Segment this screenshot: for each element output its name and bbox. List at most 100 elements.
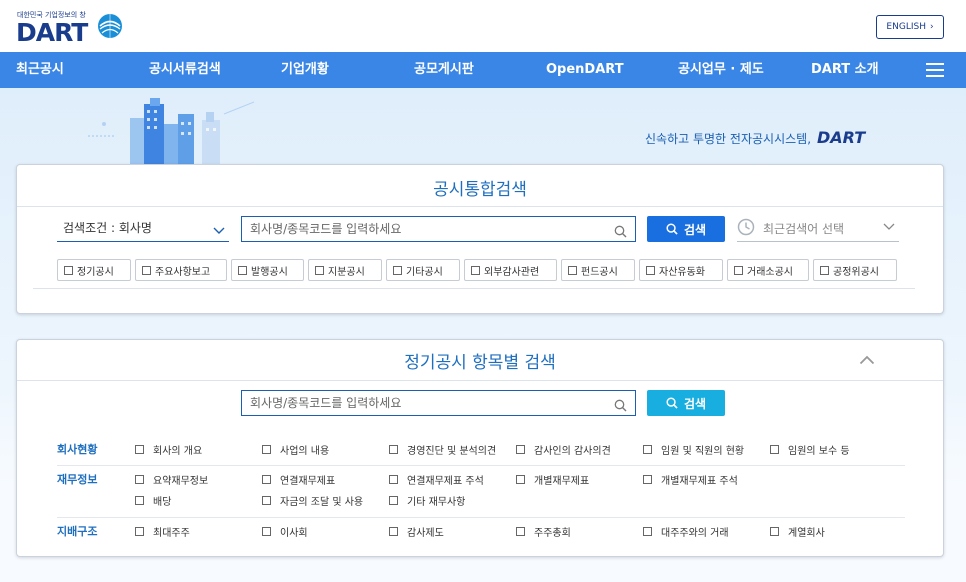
category-checkbox-equity[interactable]: 지분공시 (308, 259, 382, 281)
city-buildings-illustration (88, 98, 255, 166)
option-checkbox[interactable]: 경영진단 및 분석의견 (389, 442, 496, 457)
category-checkbox-abs[interactable]: 자산유동화 (639, 259, 723, 281)
category-label: 거래소공시 (747, 266, 793, 278)
option-checkbox[interactable]: 개별재무제표 (516, 472, 589, 487)
chevron-right-icon: › (929, 22, 934, 32)
search-icon (666, 223, 678, 235)
category-checkbox-regular[interactable]: 정기공시 (57, 259, 131, 281)
option-checkbox[interactable]: 임원 및 직원의 현황 (643, 442, 744, 457)
option-label: 이사회 (280, 528, 308, 539)
option-checkbox[interactable]: 감사인의 감사의견 (516, 442, 611, 457)
title-divider (17, 206, 943, 207)
option-checkbox[interactable]: 이사회 (262, 524, 308, 539)
search-icon (614, 396, 627, 420)
category-checkbox-fund[interactable]: 펀드공시 (561, 259, 635, 281)
integrated-search-button[interactable]: 검색 (647, 216, 725, 242)
slogan-brand: DART (817, 128, 866, 147)
option-checkbox[interactable]: 주주총회 (516, 524, 571, 539)
option-label: 개별재무제표 (534, 476, 590, 487)
clock-icon (737, 218, 755, 239)
hero-slogan: 신속하고 투명한 전자공시시스템, DART (645, 128, 865, 147)
chevron-down-icon (213, 222, 225, 240)
option-label: 사업의 내용 (280, 446, 330, 457)
english-label: ENGLISH (886, 22, 926, 32)
checkbox (135, 445, 144, 454)
category-checkbox-audit[interactable]: 외부감사관련 (464, 259, 557, 281)
hamburger-icon[interactable] (926, 63, 944, 77)
search-condition-select[interactable]: 검색조건 : 회사명 (57, 219, 229, 242)
checkbox (389, 445, 398, 454)
search-icon (666, 397, 678, 409)
checkbox (516, 445, 525, 454)
option-checkbox[interactable]: 임원의 보수 등 (770, 442, 850, 457)
option-checkbox[interactable]: 배당 (135, 493, 171, 508)
checkbox (135, 475, 144, 484)
nav-recent-disclosure[interactable]: 최근공시 (16, 52, 64, 88)
category-checkbox-issuance[interactable]: 발행공시 (231, 259, 304, 281)
checkbox (238, 265, 247, 275)
option-checkbox[interactable]: 자금의 조달 및 사용 (262, 493, 363, 508)
item-company-search-input[interactable]: 회사명/종목코드를 입력하세요 (241, 390, 636, 416)
option-checkbox[interactable]: 개별재무제표 주석 (643, 472, 738, 487)
top-header: 대한민국 기업정보의 창 DART ENGLISH › (0, 0, 966, 52)
nav-opendart[interactable]: OpenDART (546, 52, 624, 88)
checkbox (643, 527, 652, 536)
chevron-down-icon (883, 220, 895, 234)
category-checkbox-ftc[interactable]: 공정위공시 (813, 259, 897, 281)
option-checkbox[interactable]: 연결재무제표 (262, 472, 335, 487)
checkbox (568, 265, 577, 275)
option-label: 주주총회 (534, 528, 571, 539)
option-checkbox[interactable]: 계열회사 (770, 524, 825, 539)
option-checkbox[interactable]: 감사제도 (389, 524, 444, 539)
search-button-label: 검색 (683, 396, 707, 411)
category-label: 펀드공시 (581, 266, 618, 278)
nav-offering-board[interactable]: 공모게시판 (414, 52, 474, 88)
slogan-text: 신속하고 투명한 전자공시시스템, (645, 132, 812, 146)
option-label: 경영진단 및 분석의견 (407, 446, 497, 457)
group-label-financial: 재무정보 (57, 473, 98, 486)
nav-about-dart[interactable]: DART 소개 (811, 52, 879, 88)
category-checkbox-major[interactable]: 주요사항보고 (135, 259, 227, 281)
company-search-placeholder: 회사명/종목코드를 입력하세요 (250, 222, 402, 236)
nav-disclosure-policy[interactable]: 공시업무 · 제도 (678, 52, 764, 88)
checkbox (315, 265, 324, 275)
item-search-title: 정기공시 항목별 검색 (404, 353, 556, 373)
search-button-label: 검색 (683, 222, 707, 237)
search-condition-label: 검색조건 : 회사명 (63, 221, 152, 235)
checkbox (734, 265, 743, 275)
item-search-button[interactable]: 검색 (647, 390, 725, 416)
logo-globe-icon (98, 14, 122, 38)
item-search-placeholder: 회사명/종목코드를 입력하세요 (250, 396, 402, 410)
option-label: 기타 재무사항 (407, 497, 466, 508)
option-checkbox[interactable]: 회사의 개요 (135, 442, 202, 457)
category-checkbox-other[interactable]: 기타공시 (386, 259, 460, 281)
checkbox (471, 265, 480, 275)
checkbox (516, 527, 525, 536)
main-nav: 최근공시 공시서류검색 기업개황 공모게시판 OpenDART 공시업무 · 제… (0, 52, 966, 88)
nav-company-overview[interactable]: 기업개황 (281, 52, 329, 88)
option-checkbox[interactable]: 연결재무제표 주석 (389, 472, 484, 487)
nav-document-search[interactable]: 공시서류검색 (149, 52, 221, 88)
option-label: 임원 및 직원의 현황 (661, 446, 745, 457)
option-label: 요약재무정보 (153, 476, 209, 487)
option-checkbox[interactable]: 요약재무정보 (135, 472, 208, 487)
integrated-search-title: 공시통합검색 (433, 180, 527, 200)
category-label: 정기공시 (77, 266, 114, 278)
recent-search-select[interactable]: 최근검색어 선택 (737, 215, 899, 242)
checkbox (389, 496, 398, 505)
bottom-divider (33, 288, 915, 289)
option-checkbox[interactable]: 사업의 내용 (262, 442, 329, 457)
chevron-up-icon[interactable] (859, 350, 875, 369)
english-button[interactable]: ENGLISH › (876, 15, 944, 39)
option-checkbox[interactable]: 기타 재무사항 (389, 493, 465, 508)
checkbox (64, 265, 73, 275)
checkbox (516, 475, 525, 484)
option-checkbox[interactable]: 최대주주 (135, 524, 190, 539)
category-checkbox-exchange[interactable]: 거래소공시 (727, 259, 809, 281)
checkbox (262, 475, 271, 484)
category-label: 기타공시 (406, 266, 443, 278)
category-label: 외부감사관련 (484, 266, 540, 278)
option-label: 연결재무제표 (280, 476, 336, 487)
option-checkbox[interactable]: 대주주와의 거래 (643, 524, 729, 539)
company-search-input[interactable]: 회사명/종목코드를 입력하세요 (241, 216, 636, 242)
